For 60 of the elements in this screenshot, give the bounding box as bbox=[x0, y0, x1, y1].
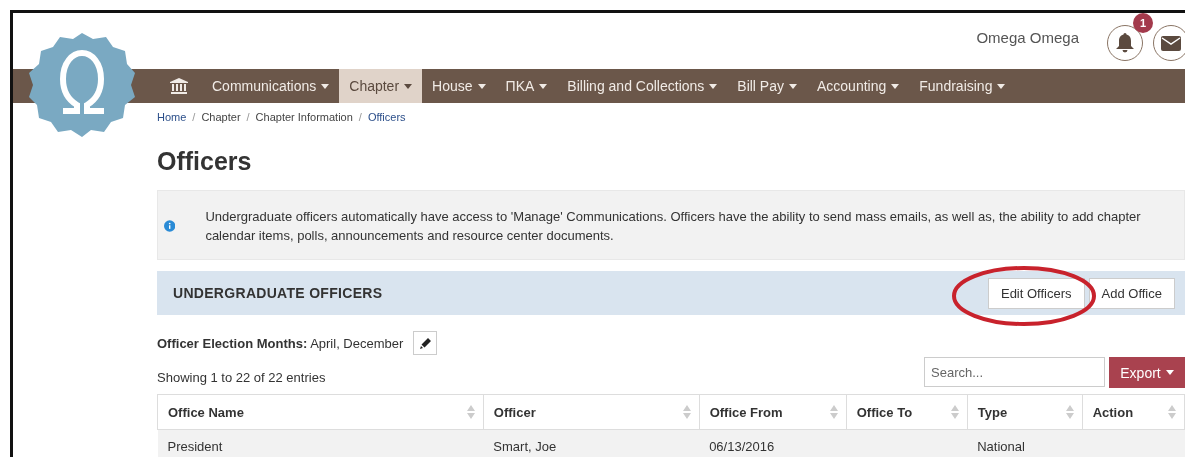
table-cell: Smart, Joe bbox=[483, 429, 700, 457]
message-button[interactable] bbox=[1153, 25, 1185, 61]
sort-icon[interactable] bbox=[466, 405, 475, 419]
column-header[interactable]: Officer bbox=[483, 394, 700, 430]
caret-icon bbox=[891, 83, 900, 89]
caret-icon bbox=[997, 83, 1006, 89]
nav-menu-item[interactable]: House bbox=[422, 69, 496, 103]
column-header[interactable]: Office Name bbox=[157, 394, 484, 430]
breadcrumb-separator: / bbox=[192, 111, 196, 123]
info-text: Undergraduate officers automatically have access to 'Manage' Communications. Officers have the ability to send mass emails, as well as, the ability to add chapter calendar items, polls, announcements and resource center documents. bbox=[205, 208, 1142, 245]
export-button[interactable]: Export bbox=[1109, 357, 1185, 388]
notification-badge: 1 bbox=[1133, 13, 1153, 33]
table-cell: 06/13/2016 bbox=[699, 429, 847, 457]
breadcrumb-item: Chapter Information bbox=[255, 111, 353, 123]
omega-logo[interactable] bbox=[27, 31, 137, 137]
nav-menu-item[interactable]: Fundraising bbox=[909, 69, 1016, 103]
nav-menu-item[interactable]: Communications bbox=[202, 69, 340, 103]
caret-icon bbox=[709, 83, 718, 89]
search-field[interactable]: Search... bbox=[924, 357, 1105, 387]
edit-button[interactable]: Edit Officers bbox=[987, 277, 1085, 309]
nav-menu-item[interactable]: Bill Pay bbox=[727, 69, 807, 103]
add-button[interactable]: Add Office bbox=[1088, 277, 1175, 309]
breadcrumb-item[interactable]: Home bbox=[157, 111, 187, 123]
nav-menu-item[interactable]: Billing and Collections bbox=[557, 69, 728, 103]
table-cell: President bbox=[157, 429, 484, 457]
column-header[interactable]: Office To bbox=[846, 394, 968, 430]
nav-menu-item[interactable]: Accounting bbox=[807, 69, 910, 103]
notification-button[interactable] bbox=[1107, 25, 1143, 61]
page-title: Officers bbox=[157, 147, 252, 176]
breadcrumb-item[interactable]: Officers bbox=[367, 111, 406, 123]
breadcrumb-separator: / bbox=[358, 111, 362, 123]
sort-icon[interactable] bbox=[682, 405, 691, 419]
caret-icon bbox=[477, 83, 486, 89]
breadcrumb-item: Chapter bbox=[201, 111, 241, 123]
caret-icon bbox=[789, 83, 797, 89]
bank-icon bbox=[170, 78, 188, 94]
sort-icon[interactable] bbox=[1168, 405, 1176, 419]
table-cell: National bbox=[967, 429, 1083, 457]
column-header[interactable]: Type bbox=[967, 394, 1083, 430]
info-icon bbox=[164, 218, 176, 234]
sort-icon[interactable] bbox=[829, 405, 838, 419]
breadcrumb-separator: / bbox=[246, 111, 250, 123]
caret-icon bbox=[321, 83, 330, 89]
entries-info: Showing 1 to 22 of 22 entries bbox=[157, 370, 326, 385]
caret-icon bbox=[1165, 370, 1174, 375]
election-months-text: Officer Election Months: April, December bbox=[157, 335, 404, 351]
pencil-icon bbox=[419, 337, 431, 349]
caret-icon bbox=[404, 83, 413, 89]
bell-icon bbox=[1116, 33, 1134, 53]
panel-title: UNDERGRADUATE OFFICERS bbox=[173, 285, 383, 301]
edit-months-button[interactable] bbox=[413, 331, 438, 355]
column-header[interactable]: Office From bbox=[699, 394, 847, 430]
nav-menu-item[interactable]: ΠΚΑ bbox=[495, 69, 558, 103]
envelope-icon bbox=[1161, 35, 1181, 51]
sort-icon[interactable] bbox=[950, 405, 959, 419]
column-header[interactable]: Action bbox=[1082, 394, 1185, 430]
nav-menu-item[interactable]: Chapter bbox=[339, 69, 423, 103]
sort-icon[interactable] bbox=[1065, 405, 1074, 419]
user-name[interactable]: Omega Omega bbox=[976, 29, 1079, 46]
caret-icon bbox=[539, 83, 548, 89]
